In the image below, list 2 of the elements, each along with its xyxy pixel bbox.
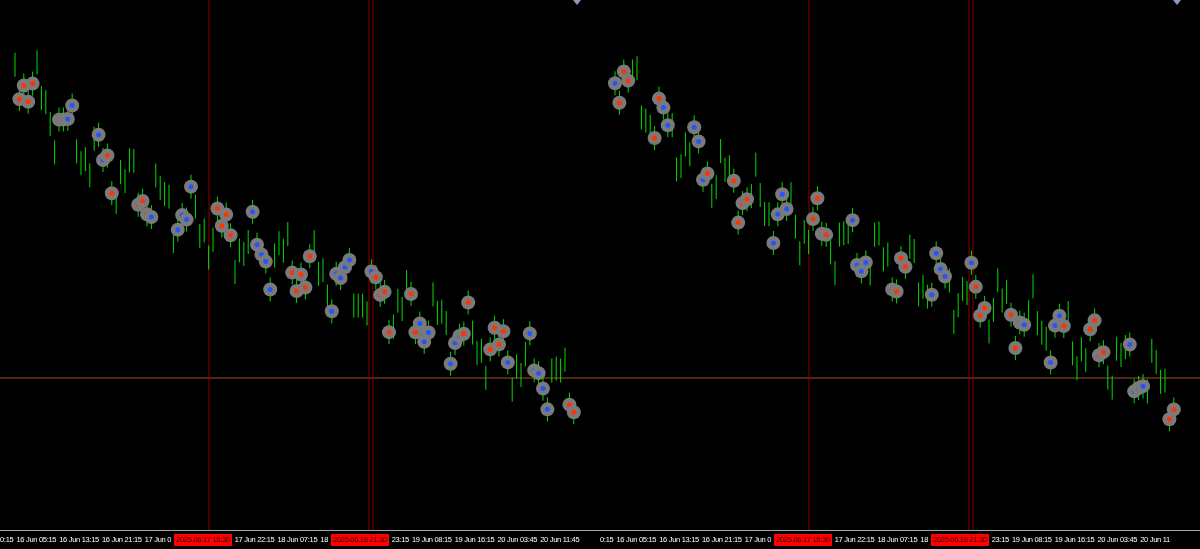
triangle-icon — [573, 0, 581, 5]
triangle-icon — [1173, 0, 1181, 5]
